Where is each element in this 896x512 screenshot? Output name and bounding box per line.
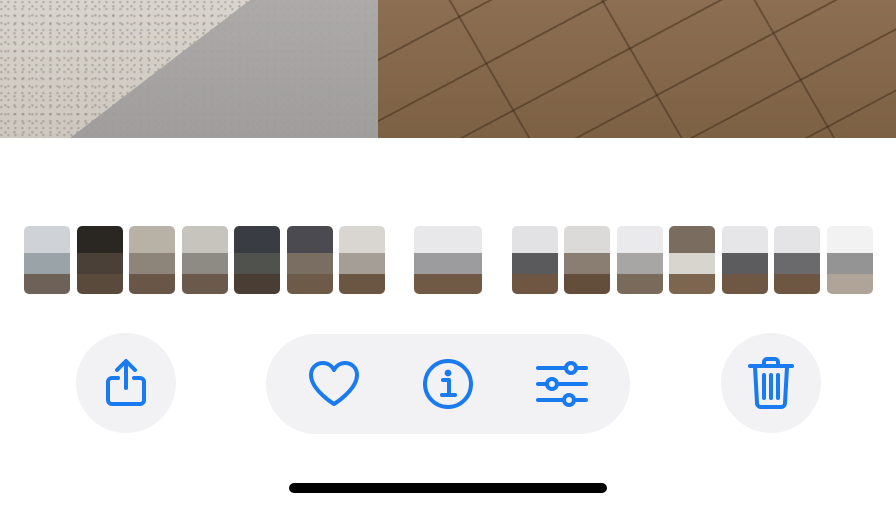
thumbnail-counter-swatch: [669, 253, 715, 274]
thumbnail[interactable]: [512, 226, 558, 294]
thumbnail[interactable]: [77, 226, 123, 294]
main-photo[interactable]: [0, 0, 896, 138]
thumbnail-counter-swatch: [414, 253, 482, 274]
favorite-button[interactable]: [284, 334, 384, 434]
trash-icon: [747, 357, 795, 409]
thumbnail-floor-swatch: [564, 273, 610, 294]
thumbnail-cabinet-swatch: [182, 226, 228, 254]
thumbnail-floor-swatch: [414, 273, 482, 294]
thumbnail-floor-swatch: [827, 273, 873, 294]
thumbnail-floor-swatch: [617, 273, 663, 294]
thumbnail-counter-swatch: [24, 253, 70, 274]
thumbnail-floor-swatch: [182, 273, 228, 294]
thumbnail[interactable]: [774, 226, 820, 294]
thumbnail-cabinet-swatch: [669, 226, 715, 254]
thumbnail-cabinet-swatch: [129, 226, 175, 254]
home-indicator: [289, 483, 607, 493]
thumbnail-cabinet-swatch: [234, 226, 280, 254]
photo-wood-floor-region: [378, 0, 896, 138]
thumbnail-cabinet-swatch: [827, 226, 873, 254]
thumbnail-cabinet-swatch: [339, 226, 385, 254]
thumbnail-floor-swatch: [339, 273, 385, 294]
thumbnail-counter-swatch: [564, 253, 610, 274]
thumbnail-cabinet-swatch: [77, 226, 123, 254]
thumbnail-floor-swatch: [287, 273, 333, 294]
thumbnail-floor-swatch: [129, 273, 175, 294]
thumbnail-cabinet-swatch: [774, 226, 820, 254]
thumbnail-floor-swatch: [722, 273, 768, 294]
share-button[interactable]: [76, 333, 176, 433]
thumbnail[interactable]: [24, 226, 70, 294]
thumbnail-counter-swatch: [287, 253, 333, 274]
thumbnail-cabinet-swatch: [287, 226, 333, 254]
thumbnail-cabinet-swatch: [722, 226, 768, 254]
thumbnail-counter-swatch: [182, 253, 228, 274]
thumbnail[interactable]: [182, 226, 228, 294]
thumbnail-cabinet-swatch: [512, 226, 558, 254]
thumbnail-counter-swatch: [617, 253, 663, 274]
share-icon: [102, 358, 150, 408]
thumbnail-current[interactable]: [414, 226, 482, 294]
thumbnail-cabinet-swatch: [24, 226, 70, 254]
thumbnail-floor-swatch: [512, 273, 558, 294]
thumbnail-counter-swatch: [129, 253, 175, 274]
thumbnail-floor-swatch: [77, 273, 123, 294]
action-bar: [0, 333, 896, 435]
heart-icon: [308, 361, 360, 407]
info-icon: [422, 358, 474, 410]
thumbnail-floor-swatch: [234, 273, 280, 294]
thumbnail-counter-swatch: [512, 253, 558, 274]
thumbnail-counter-swatch: [234, 253, 280, 274]
thumbnail-counter-swatch: [827, 253, 873, 274]
adjust-button[interactable]: [512, 334, 612, 434]
action-pill: [266, 334, 630, 434]
thumbnail-counter-swatch: [774, 253, 820, 274]
thumbnail-counter-swatch: [77, 253, 123, 274]
thumbnail-floor-swatch: [24, 273, 70, 294]
thumbnail-counter-swatch: [722, 253, 768, 274]
photo-viewer-screen: [0, 0, 896, 512]
thumbnail-cabinet-swatch: [617, 226, 663, 254]
thumbnail-scrubber[interactable]: [0, 226, 896, 296]
thumbnail[interactable]: [234, 226, 280, 294]
thumbnail-cabinet-swatch: [564, 226, 610, 254]
thumbnail[interactable]: [339, 226, 385, 294]
thumbnail[interactable]: [827, 226, 873, 294]
thumbnail[interactable]: [129, 226, 175, 294]
thumbnail-counter-swatch: [339, 253, 385, 274]
thumbnail-floor-swatch: [774, 273, 820, 294]
thumbnail-cabinet-swatch: [414, 226, 482, 254]
thumbnail-floor-swatch: [669, 273, 715, 294]
thumbnail[interactable]: [669, 226, 715, 294]
delete-button[interactable]: [721, 333, 821, 433]
thumbnail[interactable]: [287, 226, 333, 294]
thumbnail[interactable]: [722, 226, 768, 294]
sliders-icon: [535, 361, 589, 407]
thumbnail[interactable]: [617, 226, 663, 294]
thumbnail[interactable]: [564, 226, 610, 294]
info-button[interactable]: [398, 334, 498, 434]
